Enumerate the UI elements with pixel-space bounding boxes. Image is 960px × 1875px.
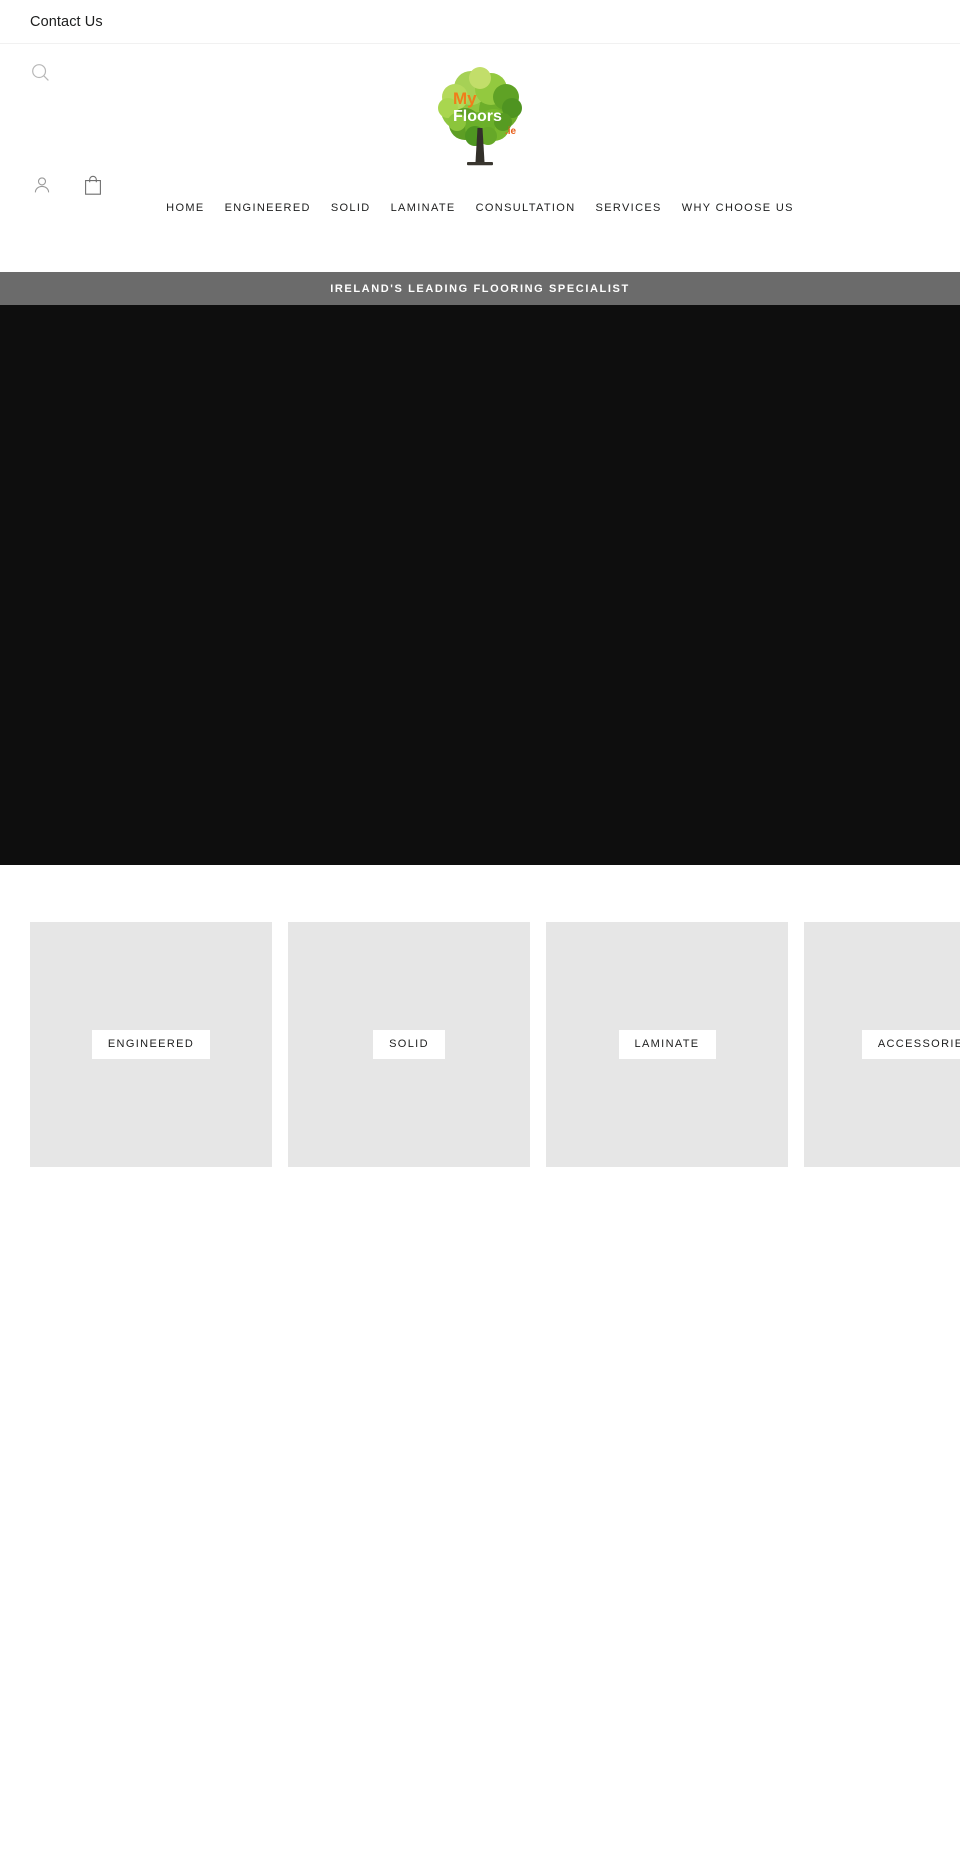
svg-text:.ie: .ie (505, 126, 517, 137)
collection-tile-engineered[interactable]: ENGINEERED (30, 922, 272, 1167)
site-header: My Floors .ie HOME ENGINEERED SOLID LAMI… (0, 44, 960, 272)
collection-tile-solid[interactable]: SOLID (288, 922, 530, 1167)
nav-item-why-choose-us[interactable]: WHY CHOOSE US (672, 194, 804, 222)
collection-tile-label: LAMINATE (618, 1030, 716, 1059)
nav-item-engineered[interactable]: ENGINEERED (215, 194, 321, 222)
strapline-text: IRELAND'S LEADING FLOORING SPECIALIST (330, 282, 630, 295)
collection-tile-accessories[interactable]: ACCESSORIES (804, 922, 960, 1167)
hero-banner[interactable] (0, 305, 960, 865)
nav-item-laminate[interactable]: LAMINATE (381, 194, 466, 222)
contact-us-link[interactable]: Contact Us (30, 0, 103, 44)
collection-tile-label: SOLID (373, 1030, 445, 1059)
collection-tile-laminate[interactable]: LAMINATE (546, 922, 788, 1167)
nav-item-solid[interactable]: SOLID (321, 194, 381, 222)
svg-text:My: My (453, 89, 477, 108)
collection-tile-label: ENGINEERED (91, 1030, 211, 1059)
page-root: Contact Us My Floors .ie HOME ENGINEERED… (0, 0, 960, 1875)
utility-bar: Contact Us (0, 0, 960, 44)
primary-navigation: HOME ENGINEERED SOLID LAMINATE CONSULTAT… (0, 194, 960, 222)
nav-item-home[interactable]: HOME (156, 194, 214, 222)
collection-tiles-track: ENGINEERED SOLID LAMINATE ACCESSORIES (30, 922, 960, 1167)
strapline-bar: IRELAND'S LEADING FLOORING SPECIALIST (0, 272, 960, 305)
page-lower-blank-region (0, 1185, 960, 1875)
site-logo-link[interactable]: My Floors .ie (0, 64, 960, 170)
collection-tile-label: ACCESSORIES (861, 1030, 960, 1059)
nav-item-services[interactable]: SERVICES (586, 194, 672, 222)
site-logo: My Floors .ie (431, 64, 529, 170)
collection-list-section: ENGINEERED SOLID LAMINATE ACCESSORIES (0, 865, 960, 1185)
svg-text:Floors: Floors (453, 108, 502, 125)
nav-item-consultation[interactable]: CONSULTATION (466, 194, 586, 222)
